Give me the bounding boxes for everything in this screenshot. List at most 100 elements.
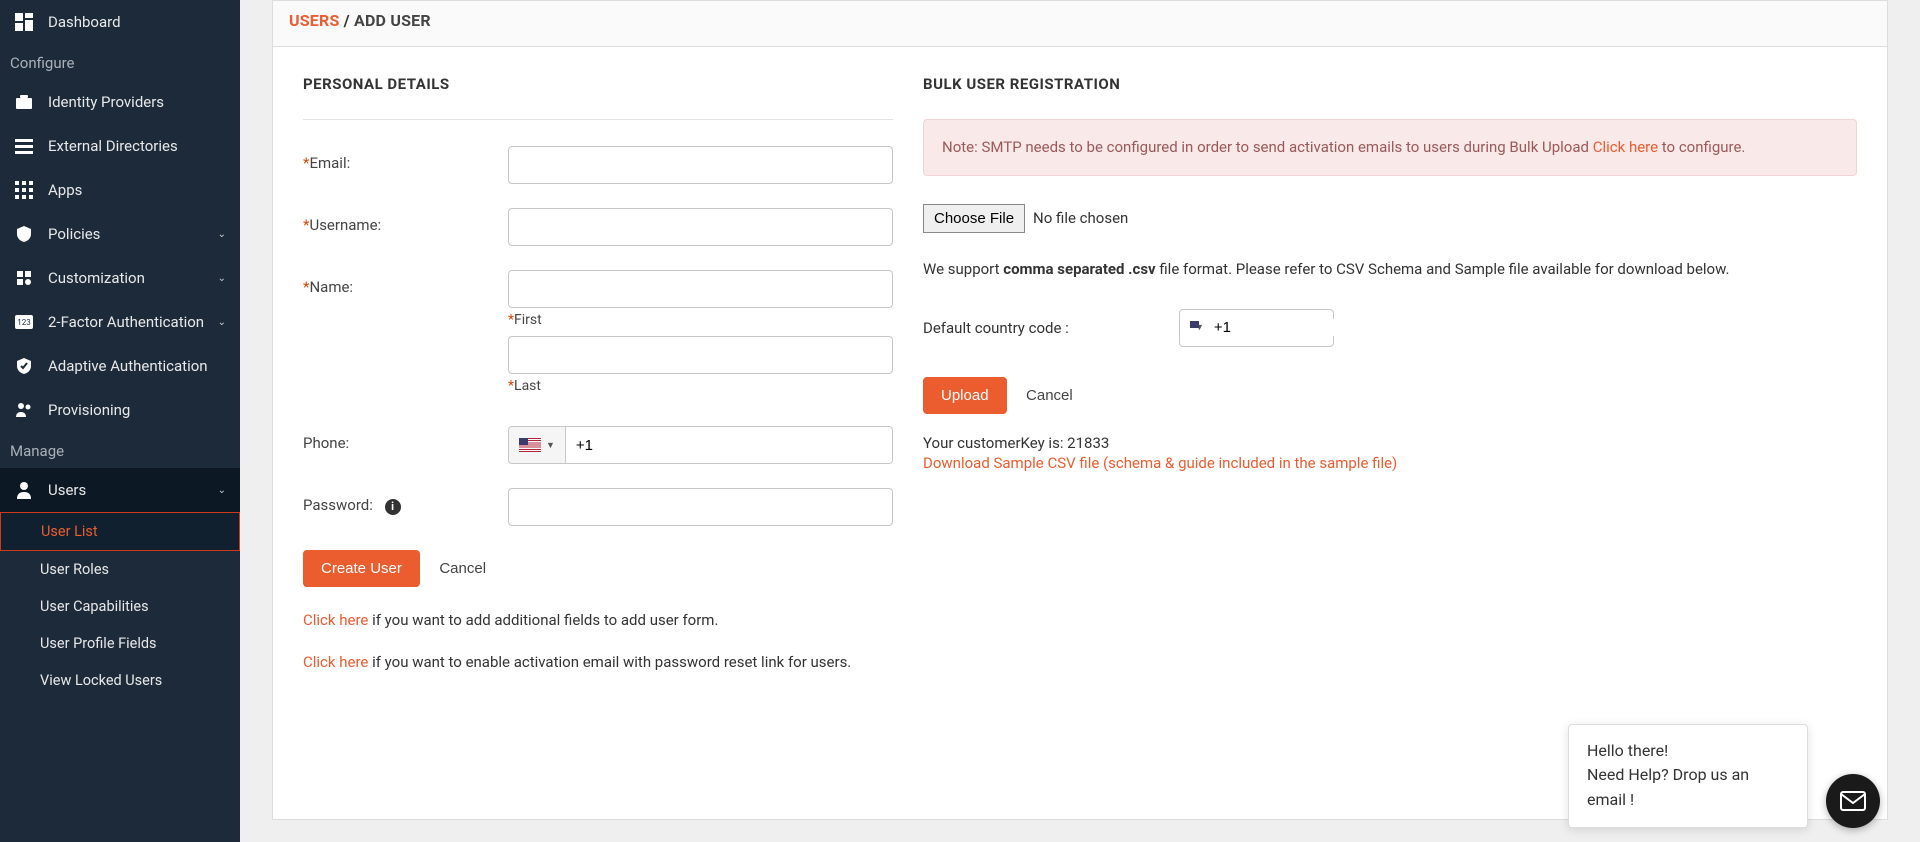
add-fields-text: if you want to add additional fields to … [368, 611, 718, 629]
puzzle-icon [14, 268, 34, 288]
nav-dashboard[interactable]: Dashboard [0, 0, 240, 44]
email-input[interactable] [508, 146, 893, 184]
customer-key-value: 21833 [1067, 434, 1109, 452]
sidebar-section-configure: Configure [0, 44, 240, 80]
nav-identity-providers[interactable]: Identity Providers [0, 80, 240, 124]
nav-users-user-roles[interactable]: User Roles [0, 551, 240, 588]
personal-details-title: PERSONAL DETAILS [303, 75, 893, 93]
bulk-registration-title: BULK USER REGISTRATION [923, 75, 1857, 93]
nav-adaptive-auth[interactable]: Adaptive Authentication [0, 344, 240, 388]
password-input[interactable] [508, 488, 893, 526]
keypad-icon: 123 [14, 312, 34, 332]
activation-email-text: if you want to enable activation email w… [368, 653, 851, 671]
customer-key-line: Your customerKey is: 21833 [923, 434, 1857, 452]
chat-bubble[interactable]: Hello there! Need Help? Drop us an email… [1568, 724, 1808, 828]
nav-adaptive-auth-label: Adaptive Authentication [48, 357, 208, 375]
activation-email-link[interactable]: Click here [303, 653, 368, 671]
phone-input-wrapper: ▼ [508, 426, 893, 464]
smtp-alert-text-post: to configure. [1658, 138, 1745, 156]
shield-icon [14, 224, 34, 244]
personal-details-section: PERSONAL DETAILS *Email: *Username: *Nam… [303, 75, 893, 671]
user-icon [14, 480, 34, 500]
sidebar-section-manage: Manage [0, 432, 240, 468]
phone-country-selector[interactable]: ▼ [509, 427, 566, 463]
nav-policies-label: Policies [48, 225, 100, 243]
chat-greeting: Hello there! [1587, 739, 1789, 764]
nav-2fa[interactable]: 123 2-Factor Authentication ⌄ [0, 300, 240, 344]
email-label: Email: [309, 154, 350, 172]
csv-support-text: We support comma separated .csv file for… [923, 257, 1857, 281]
chat-fab-button[interactable] [1826, 774, 1880, 828]
add-fields-helper: Click here if you want to add additional… [303, 611, 893, 629]
breadcrumb: USERS / ADD USER [273, 1, 1887, 47]
username-input[interactable] [508, 208, 893, 246]
list-icon [14, 136, 34, 156]
briefcase-icon [14, 92, 34, 112]
name-label: Name: [309, 278, 353, 296]
nav-users-view-locked-users[interactable]: View Locked Users [0, 662, 240, 699]
create-user-button[interactable]: Create User [303, 550, 420, 587]
chevron-down-icon: ⌄ [218, 317, 226, 328]
last-name-input[interactable] [508, 336, 893, 374]
bulk-cancel-button[interactable]: Cancel [1026, 387, 1073, 404]
breadcrumb-separator: / [340, 11, 355, 30]
chevron-down-icon: ⌄ [218, 273, 226, 284]
csv-format-bold: comma separated .csv [1003, 260, 1155, 278]
username-label: Username: [309, 216, 381, 234]
nav-external-directories[interactable]: External Directories [0, 124, 240, 168]
sidebar: Dashboard Configure Identity Providers E… [0, 0, 240, 842]
caret-down-icon: ▼ [546, 440, 555, 451]
cancel-button[interactable]: Cancel [439, 560, 486, 577]
main-content: USERS / ADD USER PERSONAL DETAILS *Email… [240, 0, 1920, 842]
download-sample-link[interactable]: Download Sample CSV file (schema & guide… [923, 454, 1857, 472]
mail-icon [1840, 791, 1866, 811]
apps-icon [14, 180, 34, 200]
nav-identity-providers-label: Identity Providers [48, 93, 164, 111]
nav-users[interactable]: Users ⌄ [0, 468, 240, 512]
nav-provisioning[interactable]: Provisioning [0, 388, 240, 432]
last-sublabel: Last [514, 378, 541, 394]
upload-button[interactable]: Upload [923, 377, 1007, 414]
smtp-configure-link[interactable]: Click here [1593, 138, 1658, 156]
smtp-alert-text-pre: Note: SMTP needs to be configured in ord… [942, 138, 1593, 156]
us-flag-icon [519, 438, 541, 452]
nav-2fa-label: 2-Factor Authentication [48, 313, 204, 331]
divider [303, 119, 893, 120]
nav-apps-label: Apps [48, 181, 82, 199]
nav-dashboard-label: Dashboard [48, 13, 121, 31]
chevron-down-icon: ⌄ [218, 229, 226, 240]
phone-label: Phone: [303, 434, 349, 452]
first-sublabel: First [514, 312, 542, 328]
default-country-input[interactable] [1214, 319, 1413, 336]
nav-policies[interactable]: Policies ⌄ [0, 212, 240, 256]
file-status-text: No file chosen [1033, 209, 1128, 227]
nav-apps[interactable]: Apps [0, 168, 240, 212]
smtp-alert: Note: SMTP needs to be configured in ord… [923, 119, 1857, 176]
dashboard-icon [14, 12, 34, 32]
first-name-input[interactable] [508, 270, 893, 308]
choose-file-button[interactable]: Choose File [923, 204, 1025, 233]
users-sync-icon [14, 400, 34, 420]
svg-text:123: 123 [17, 318, 31, 327]
phone-input[interactable] [566, 427, 892, 463]
nav-users-user-capabilities[interactable]: User Capabilities [0, 588, 240, 625]
content-card: USERS / ADD USER PERSONAL DETAILS *Email… [272, 0, 1888, 820]
nav-provisioning-label: Provisioning [48, 401, 130, 419]
chevron-down-icon: ⌄ [218, 485, 226, 496]
default-country-label: Default country code : [923, 319, 1179, 337]
chat-help-text: Need Help? Drop us an email ! [1587, 763, 1789, 813]
bulk-registration-section: BULK USER REGISTRATION Note: SMTP needs … [923, 75, 1857, 671]
breadcrumb-current: ADD USER [354, 11, 431, 30]
password-label: Password: [303, 496, 373, 514]
add-fields-link[interactable]: Click here [303, 611, 368, 629]
nav-customization[interactable]: Customization ⌄ [0, 256, 240, 300]
nav-external-directories-label: External Directories [48, 137, 178, 155]
nav-users-user-list[interactable]: User List [0, 512, 240, 551]
default-country-selector[interactable]: ▼ [1179, 309, 1334, 347]
activation-email-helper: Click here if you want to enable activat… [303, 653, 893, 671]
nav-users-label: Users [48, 481, 86, 499]
info-icon[interactable]: i [385, 499, 401, 515]
breadcrumb-parent[interactable]: USERS [289, 11, 340, 30]
shield-check-icon [14, 356, 34, 376]
nav-users-user-profile-fields[interactable]: User Profile Fields [0, 625, 240, 662]
